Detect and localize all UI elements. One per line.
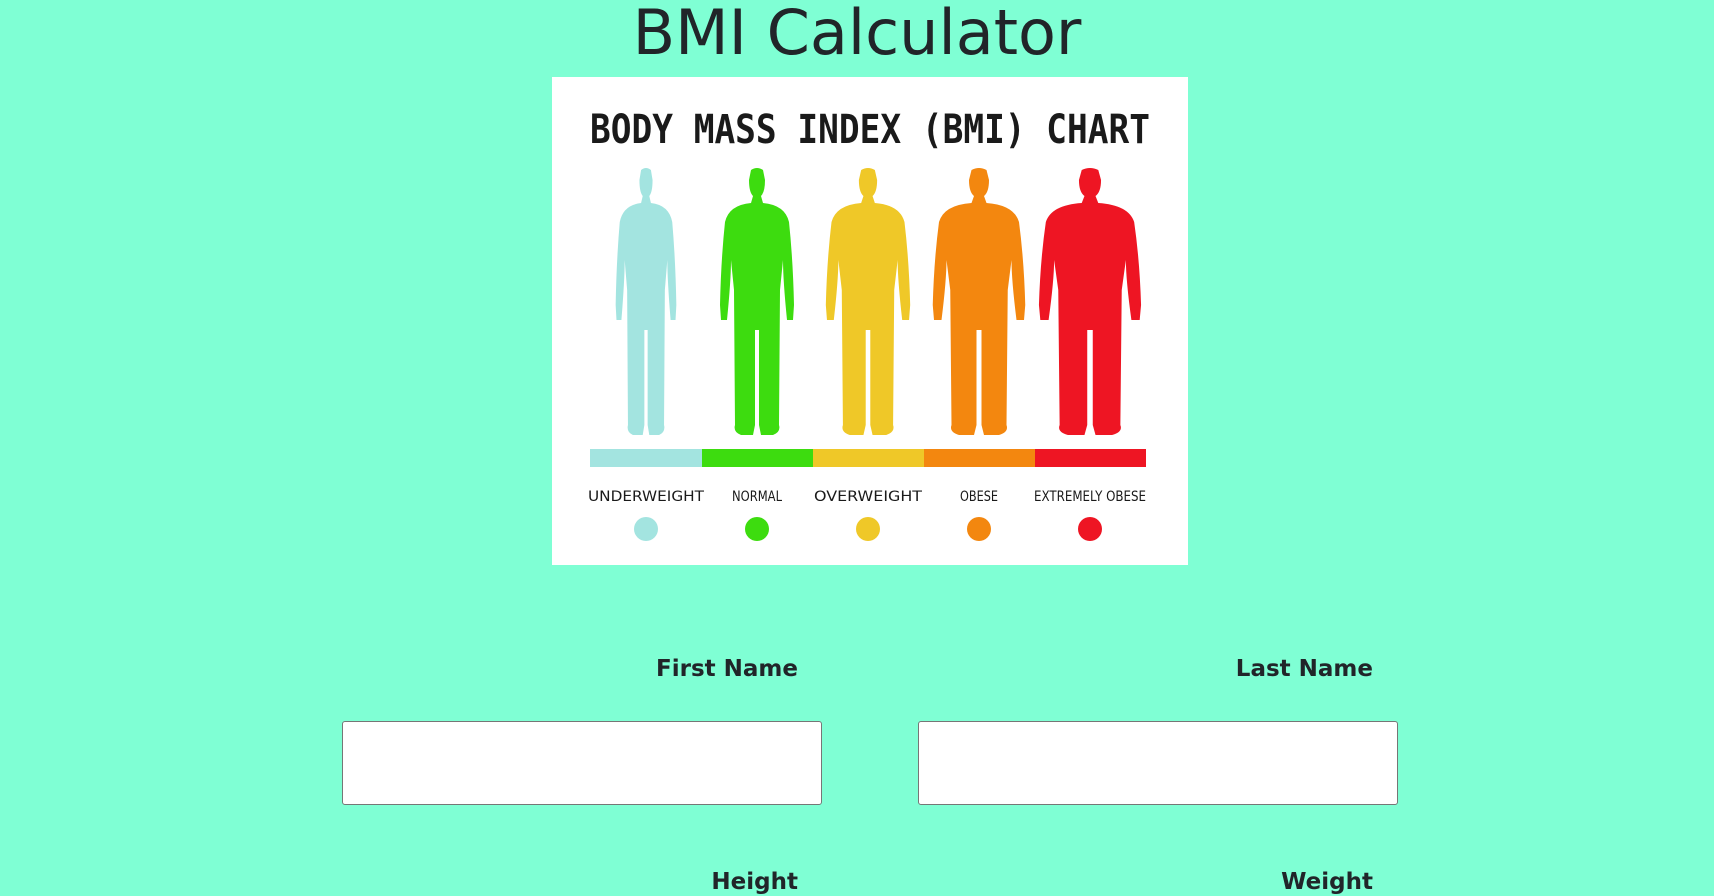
scale-segment-obese [924,449,1035,467]
silhouette-extremely-obese [1038,168,1142,435]
silhouette-overweight [825,168,911,435]
last-name-label: Last Name [1235,656,1373,682]
category-dot-obese [967,517,991,541]
category-label-underweight: UNDERWEIGHT [588,489,704,505]
silhouette-obese [932,168,1026,435]
category-dot-underweight [634,517,658,541]
last-name-input[interactable] [918,721,1398,805]
scale-segment-extremely-obese [1035,449,1146,467]
silhouette-normal [720,168,794,435]
scale-segment-overweight [813,449,924,467]
category-dot-overweight [856,517,880,541]
color-scale-bar [590,449,1146,467]
first-name-input[interactable] [342,721,822,805]
chart-heading: BODY MASS INDEX (BMI) CHART [590,107,1150,153]
silhouette-underweight [615,168,677,435]
category-label-overweight: OVERWEIGHT [814,489,923,505]
category-label-normal: NORMAL [732,489,782,505]
category-label-extremely-obese: EXTREMELY OBESE [1034,489,1146,505]
category-dot-extremely-obese [1078,517,1102,541]
scale-segment-normal [702,449,813,467]
category-label-obese: OBESE [960,489,998,505]
bmi-chart-image: BODY MASS INDEX (BMI) CHART UNDERWEIGHT … [552,77,1188,565]
weight-label: Weight [1281,869,1373,895]
height-label: Height [711,869,798,895]
first-name-label: First Name [656,656,798,682]
page-title: BMI Calculator [632,0,1082,69]
scale-segment-underweight [590,449,702,467]
bmi-chart-illustration: BODY MASS INDEX (BMI) CHART UNDERWEIGHT … [588,107,1150,541]
category-dot-normal [745,517,769,541]
